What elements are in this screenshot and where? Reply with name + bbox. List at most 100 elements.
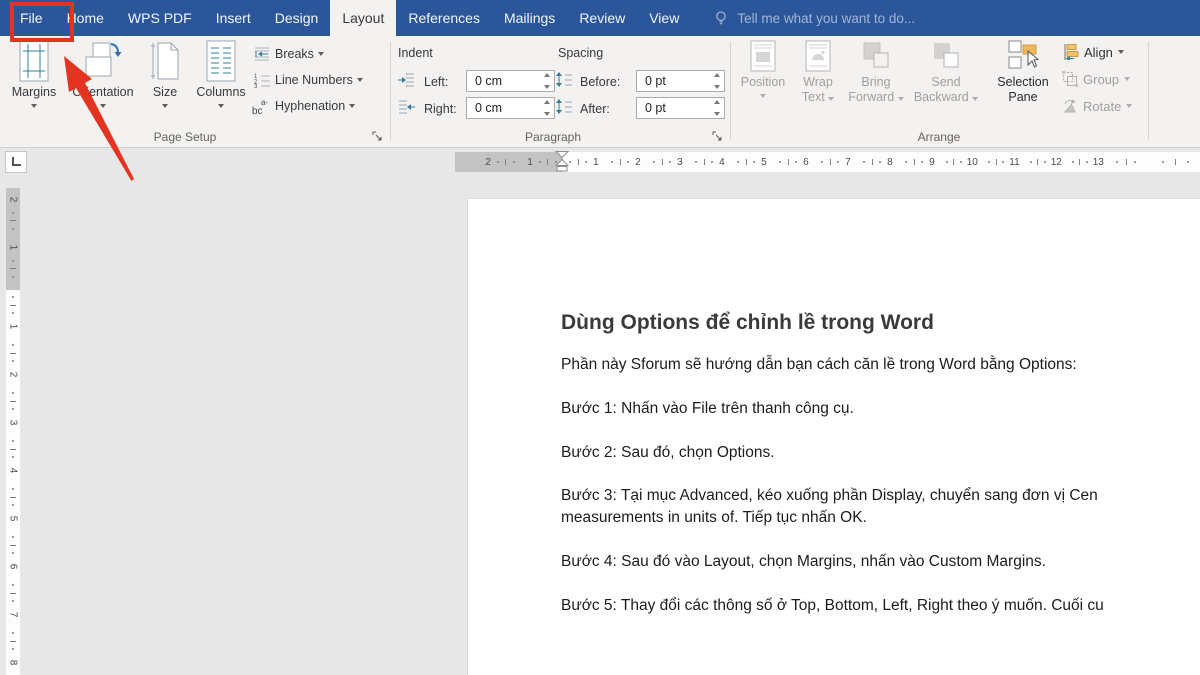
indent-right-value: 0 cm [475, 101, 502, 115]
spinner-up-icon[interactable] [544, 73, 550, 77]
ruler-cell: 2 [6, 338, 20, 386]
document-page[interactable]: Dùng Options để chỉnh lề trong Word Phần… [467, 198, 1200, 675]
chevron-down-icon [898, 97, 904, 101]
vertical-ruler-margin[interactable]: 2 1 [6, 188, 20, 290]
chevron-down-icon [31, 104, 37, 108]
wrap-text-button[interactable]: Wrap Text [792, 40, 844, 105]
document-line: Bước 5: Thay đổi các thông số ở Top, Bot… [561, 597, 1104, 615]
chevron-down-icon [357, 78, 363, 82]
line-numbers-button[interactable]: 1 2 3 Line Numbers [253, 70, 363, 90]
bring-forward-button[interactable]: Bring Forward [844, 40, 908, 105]
tab-insert[interactable]: Insert [204, 0, 263, 36]
breaks-label: Breaks [275, 47, 314, 61]
indent-markers[interactable] [554, 151, 571, 172]
line-numbers-label: Line Numbers [275, 73, 353, 87]
document-line: Phần này Sforum sẽ hướng dẫn bạn cách că… [561, 356, 1077, 374]
group-label: Group [1083, 72, 1119, 87]
indent-right-spinner[interactable] [541, 100, 552, 116]
spinner-down-icon[interactable] [714, 85, 720, 89]
ruler-cell: 12 [1025, 152, 1067, 172]
ruler-cell: 7 [815, 152, 857, 172]
ruler-cell: 1 [6, 236, 20, 284]
margins-button[interactable]: Margins [6, 40, 62, 108]
horizontal-ruler-margin[interactable]: 2 1 [455, 152, 563, 172]
indent-left-spinner[interactable] [541, 73, 552, 89]
paragraph-group-label: Paragraph [453, 130, 653, 144]
ruler-cell [1151, 152, 1200, 172]
group-separator [730, 42, 731, 140]
tab-stop-selector[interactable] [5, 151, 27, 173]
tab-references[interactable]: References [396, 0, 492, 36]
chevron-down-icon [218, 104, 224, 108]
tab-file[interactable]: File [8, 0, 55, 36]
lightbulb-icon [713, 10, 729, 26]
breaks-button[interactable]: Breaks [253, 44, 324, 64]
columns-button[interactable]: Columns [188, 40, 254, 108]
document-heading: Dùng Options để chỉnh lề trong Word [561, 311, 934, 335]
ruler-cell [1109, 152, 1151, 172]
send-backward-button[interactable]: Send Backward [908, 40, 984, 105]
paragraph-dialog-launcher[interactable] [712, 130, 724, 142]
ruler-cell: 6 [6, 530, 20, 578]
indent-right-icon [398, 99, 415, 114]
ruler-cell: 4 [6, 434, 20, 482]
page-setup-group-label: Page Setup [85, 130, 285, 144]
size-icon [150, 40, 180, 82]
tab-layout[interactable]: Layout [330, 0, 396, 36]
document-line: Bước 2: Sau đó, chọn Options. [561, 444, 775, 462]
selection-pane-button[interactable]: Selection Pane [988, 40, 1058, 105]
group-separator [390, 42, 391, 140]
spacing-before-input[interactable]: 0 pt [636, 70, 725, 92]
left-tab-stop-icon [12, 157, 21, 166]
ruler-cell: 2 [605, 152, 647, 172]
wrap-text-icon [803, 40, 833, 72]
spinner-down-icon[interactable] [714, 112, 720, 116]
tab-view[interactable]: View [637, 0, 691, 36]
tell-me-box[interactable]: Tell me what you want to do... [713, 0, 915, 36]
size-button[interactable]: Size [142, 40, 188, 108]
spinner-down-icon[interactable] [544, 85, 550, 89]
spinner-down-icon[interactable] [544, 112, 550, 116]
hyphenation-button[interactable]: a- bc Hyphenation [251, 96, 355, 116]
tab-design[interactable]: Design [263, 0, 331, 36]
ruler-cell: 5 [6, 482, 20, 530]
chevron-down-icon [760, 94, 766, 98]
spacing-after-input[interactable]: 0 pt [636, 97, 725, 119]
size-label: Size [153, 85, 177, 99]
indent-right-input[interactable]: 0 cm [466, 97, 555, 119]
rotate-icon [1062, 98, 1078, 114]
orientation-button[interactable]: Orientation [62, 40, 144, 108]
word-window: File Home WPS PDF Insert Design Layout R… [0, 0, 1200, 675]
tab-wps-pdf[interactable]: WPS PDF [116, 0, 204, 36]
spinner-up-icon[interactable] [714, 73, 720, 77]
align-icon [1062, 44, 1079, 60]
ruler-cell: 1 [6, 290, 20, 338]
send-backward-label-2: Backward [914, 90, 969, 104]
spacing-after-spinner[interactable] [711, 100, 722, 116]
vertical-ruler[interactable]: 1 2 3 4 5 6 7 8 [6, 290, 20, 675]
spacing-after-value: 0 pt [645, 101, 666, 115]
align-button[interactable]: Align [1062, 42, 1124, 62]
chevron-down-icon [318, 52, 324, 56]
group-separator [1148, 42, 1149, 140]
page-setup-dialog-launcher[interactable] [372, 130, 384, 142]
columns-label: Columns [196, 85, 245, 99]
spacing-before-spinner[interactable] [711, 73, 722, 89]
tell-me-placeholder: Tell me what you want to do... [737, 11, 915, 26]
tab-home[interactable]: Home [55, 0, 116, 36]
rotate-button[interactable]: Rotate [1062, 96, 1132, 116]
hyphenation-icon: a- bc [251, 97, 271, 115]
spinner-up-icon[interactable] [544, 100, 550, 104]
tab-mailings[interactable]: Mailings [492, 0, 567, 36]
spinner-up-icon[interactable] [714, 100, 720, 104]
indent-left-icon [398, 72, 415, 87]
position-button[interactable]: Position [734, 40, 792, 98]
document-line: Bước 1: Nhấn vào File trên thanh công cụ… [561, 400, 854, 418]
horizontal-ruler[interactable]: 1 2 3 4 5 6 7 8 9 10 11 12 13 [563, 152, 1200, 172]
chevron-down-icon [828, 97, 834, 101]
selection-pane-label-1: Selection [997, 75, 1048, 90]
ruler-cell: 2 [479, 152, 521, 172]
tab-review[interactable]: Review [567, 0, 637, 36]
group-button[interactable]: Group [1062, 69, 1130, 89]
indent-left-input[interactable]: 0 cm [466, 70, 555, 92]
